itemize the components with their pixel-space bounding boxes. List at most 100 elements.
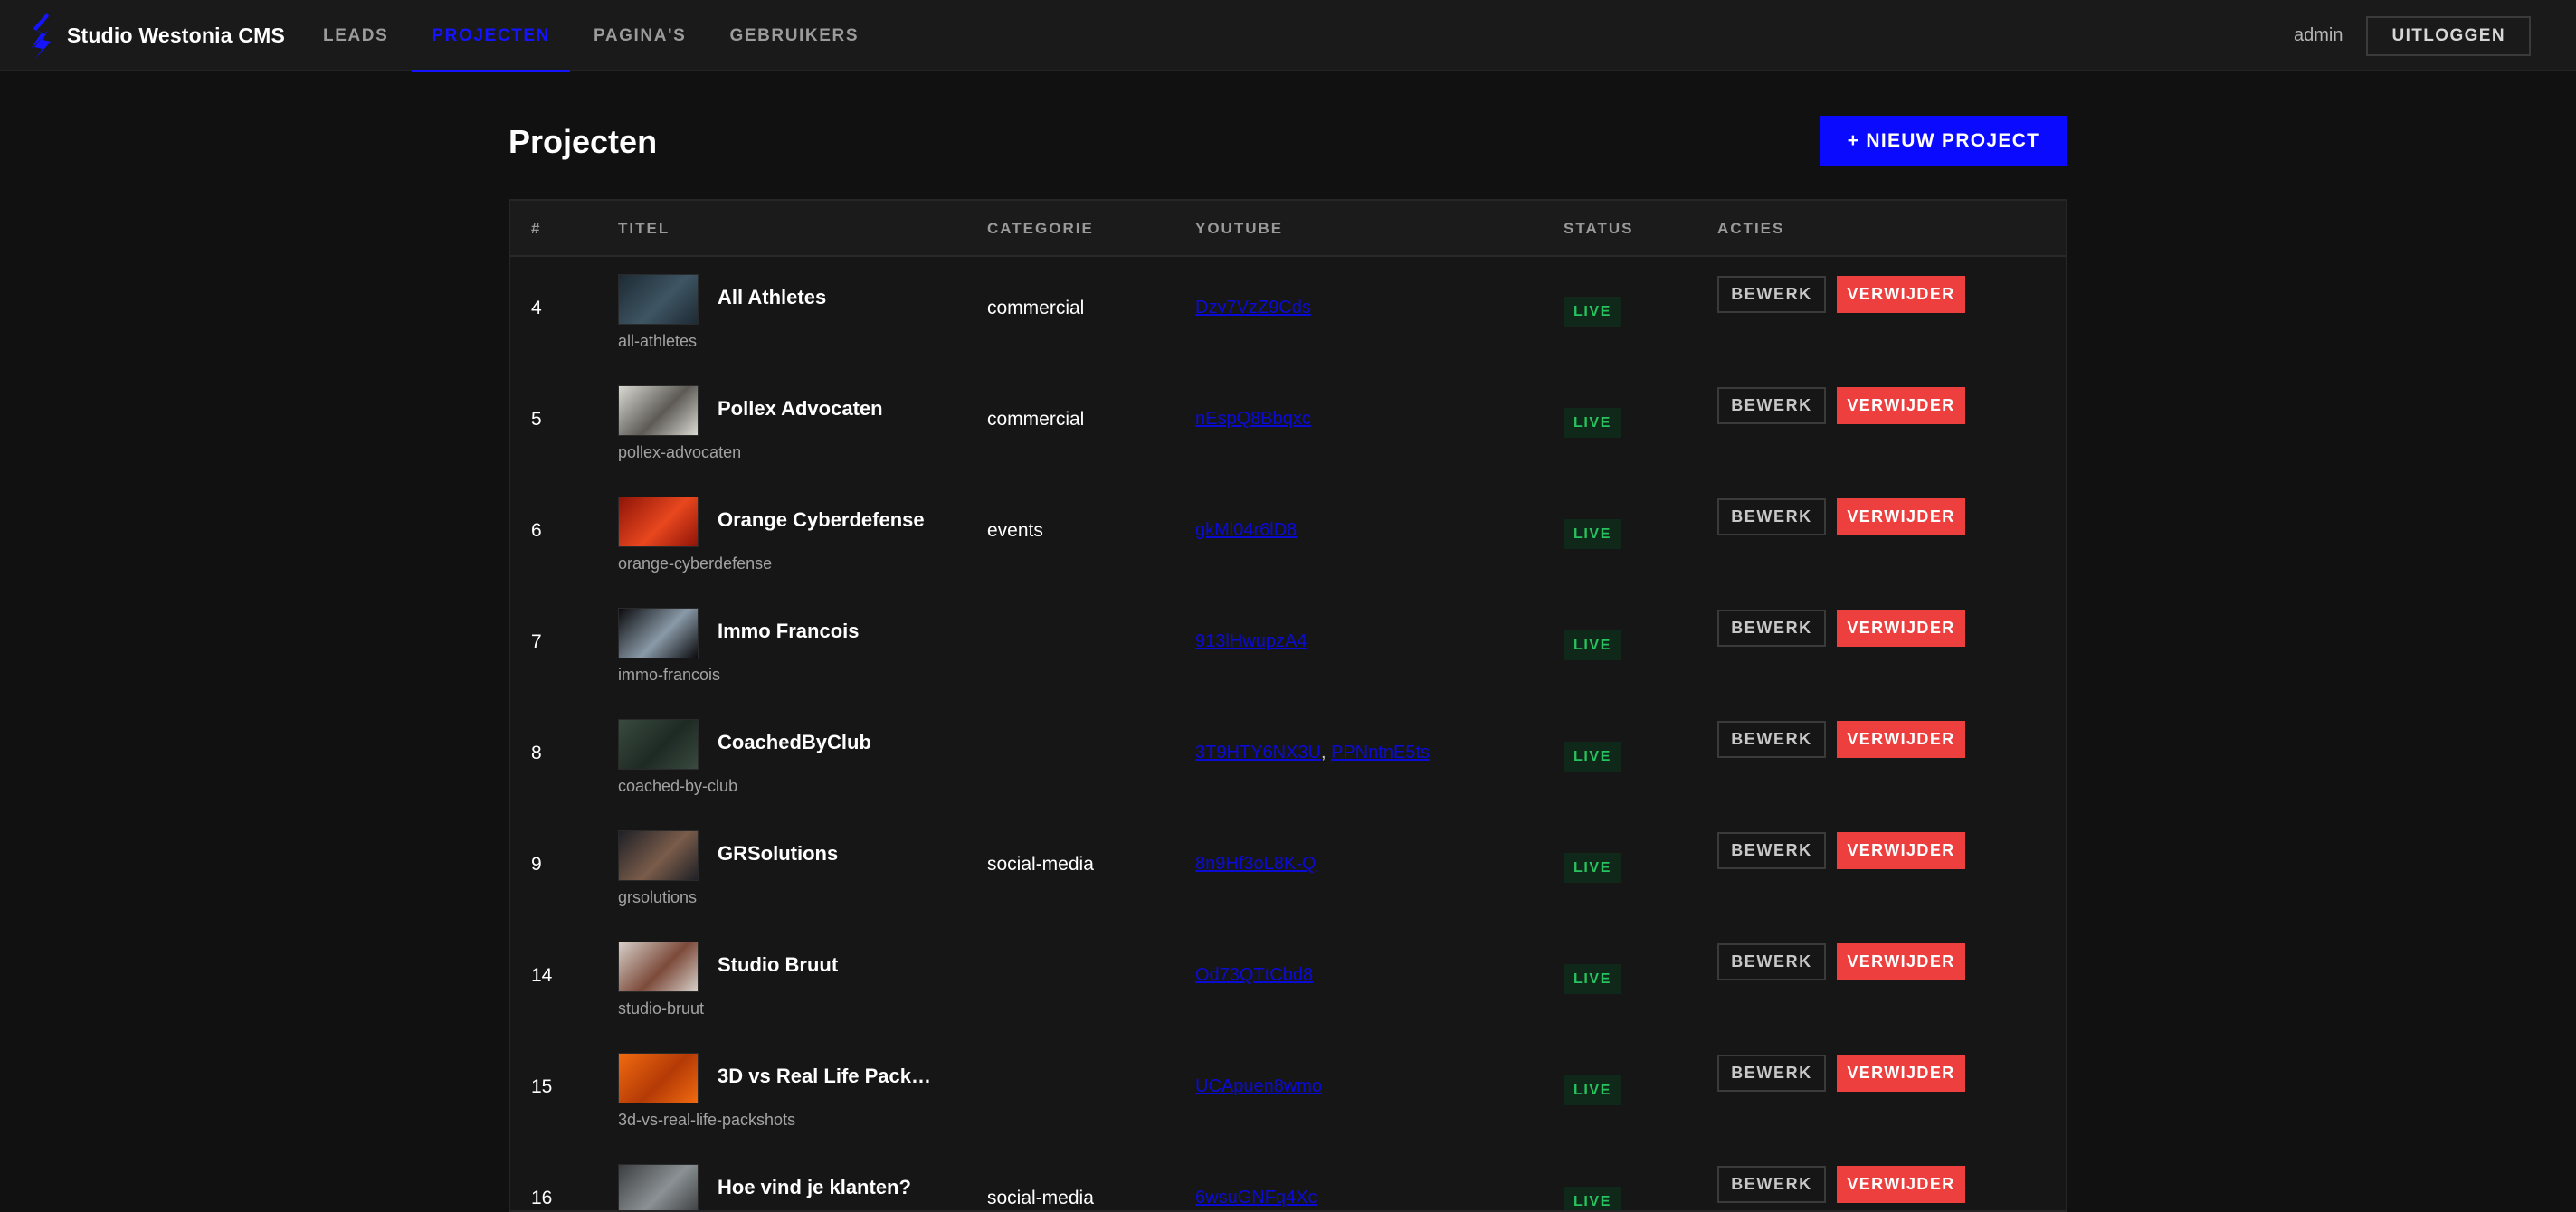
youtube-link[interactable]: 6wsuGNFq4Xc <box>1195 1188 1317 1207</box>
column-header-actions: ACTIES <box>1717 220 1785 237</box>
status-badge: LIVE <box>1564 408 1621 438</box>
status-badge: LIVE <box>1564 964 1621 994</box>
top-navigation-bar: Studio Westonia CMS LEADS PROJECTEN PAGI… <box>0 0 2576 72</box>
youtube-link[interactable]: Dzv7VzZ9Cds <box>1195 298 1311 317</box>
page-title: Projecten <box>509 123 658 160</box>
youtube-link[interactable]: UCApuen8wmo <box>1195 1076 1322 1096</box>
project-thumbnail <box>618 497 699 547</box>
project-thumbnail <box>618 608 699 658</box>
project-thumbnail <box>618 830 699 881</box>
table-row: 5 Pollex Advocaten pollex-advocaten commerc… <box>510 370 2066 481</box>
status-badge: LIVE <box>1564 519 1621 549</box>
logout-button[interactable]: UITLOGGEN <box>2366 15 2531 56</box>
table-row: 9 GRSolutions grsolutions social-media 8n9Hf… <box>510 815 2066 926</box>
edit-button[interactable]: BEWERK <box>1717 943 1826 980</box>
project-thumbnail <box>618 385 699 436</box>
edit-button[interactable]: BEWERK <box>1717 721 1826 758</box>
nav-item-leads[interactable]: LEADS <box>303 0 408 71</box>
youtube-links: Dzv7VzZ9Cds <box>1195 298 1311 318</box>
status-badge: LIVE <box>1564 297 1621 327</box>
column-header-title: TITEL <box>618 220 670 237</box>
project-title: CoachedByClub <box>718 731 871 753</box>
row-id: 7 <box>531 631 542 652</box>
table-row: 4 All Athletes all-athletes commercial Dzv7V… <box>510 259 2066 370</box>
table-row: 8 CoachedByClub coached-by-club 3T9HTY6NX3U… <box>510 704 2066 815</box>
delete-button[interactable]: VERWIJDER <box>1837 498 1965 535</box>
project-title: Immo Francois <box>718 620 860 642</box>
youtube-links: UCApuen8wmo <box>1195 1076 1322 1097</box>
edit-button[interactable]: BEWERK <box>1717 1055 1826 1092</box>
project-slug: immo-francois <box>618 666 721 684</box>
youtube-links: 3T9HTY6NX3U, PPNntnE5ts <box>1195 743 1431 762</box>
project-category: social-media <box>987 854 1094 875</box>
project-slug: pollex-advocaten <box>618 443 742 461</box>
delete-button[interactable]: VERWIJDER <box>1837 387 1965 424</box>
row-id: 15 <box>531 1076 553 1097</box>
row-id: 14 <box>531 965 553 986</box>
new-project-button[interactable]: + NIEUW PROJECT <box>1820 116 2067 166</box>
status-badge: LIVE <box>1564 1187 1621 1210</box>
project-title: Studio Bruut <box>718 953 839 976</box>
edit-button[interactable]: BEWERK <box>1717 610 1826 647</box>
table-header: # TITEL CATEGORIE YOUTUBE STATUS ACTIES <box>510 201 2066 257</box>
edit-button[interactable]: BEWERK <box>1717 387 1826 424</box>
youtube-links: 6wsuGNFq4Xc <box>1195 1188 1317 1208</box>
edit-button[interactable]: BEWERK <box>1717 498 1826 535</box>
project-title: Orange Cyberdefense <box>718 508 925 531</box>
project-thumbnail <box>618 274 699 325</box>
youtube-link[interactable]: gkMl04r6lD8 <box>1195 520 1297 540</box>
youtube-links: 8n9Hf3oL8K-Q <box>1195 854 1316 875</box>
status-badge: LIVE <box>1564 630 1621 660</box>
row-id: 16 <box>531 1188 553 1208</box>
delete-button[interactable]: VERWIJDER <box>1837 610 1965 647</box>
delete-button[interactable]: VERWIJDER <box>1837 1166 1965 1203</box>
project-category: commercial <box>987 298 1085 318</box>
youtube-link[interactable]: 3T9HTY6NX3U <box>1195 743 1321 762</box>
current-user-name: admin <box>2293 25 2343 45</box>
youtube-links: nEspQ8Bbqxc <box>1195 409 1311 430</box>
table-row: 7 Immo Francois immo-francois 913lHwupzA4 LI… <box>510 592 2066 704</box>
youtube-link[interactable]: nEspQ8Bbqxc <box>1195 409 1311 429</box>
brand[interactable]: Studio Westonia CMS <box>27 0 285 71</box>
nav-item-paginas[interactable]: PAGINA'S <box>574 0 706 71</box>
youtube-link[interactable]: 8n9Hf3oL8K-Q <box>1195 854 1316 874</box>
delete-button[interactable]: VERWIJDER <box>1837 832 1965 869</box>
edit-button[interactable]: BEWERK <box>1717 832 1826 869</box>
project-thumbnail <box>618 719 699 770</box>
column-header-id: # <box>531 220 542 237</box>
table-row: 16 Hoe vind je klanten? social-media 6wsuGN… <box>510 1149 2066 1210</box>
delete-button[interactable]: VERWIJDER <box>1837 1055 1965 1092</box>
youtube-link[interactable]: 913lHwupzA4 <box>1195 631 1307 651</box>
nav-item-gebruikers[interactable]: GEBRUIKERS <box>709 0 879 71</box>
nav-item-projecten[interactable]: PROJECTEN <box>412 0 570 72</box>
project-title: GRSolutions <box>718 842 839 865</box>
delete-button[interactable]: VERWIJDER <box>1837 276 1965 313</box>
table-row: 15 3D vs Real Life Packsh... 3d-vs-real-li… <box>510 1037 2066 1149</box>
youtube-links: gkMl04r6lD8 <box>1195 520 1297 541</box>
edit-button[interactable]: BEWERK <box>1717 276 1826 313</box>
project-slug: orange-cyberdefense <box>618 554 773 573</box>
row-id: 6 <box>531 520 542 541</box>
row-id: 5 <box>531 409 542 430</box>
main-nav: LEADS PROJECTEN PAGINA'S GEBRUIKERS <box>303 0 882 72</box>
delete-button[interactable]: VERWIJDER <box>1837 721 1965 758</box>
user-area: admin UITLOGGEN <box>2294 0 2531 71</box>
table-row: 14 Studio Bruut studio-bruut Od73QTtCbd8 LIV… <box>510 926 2066 1037</box>
status-badge: LIVE <box>1564 742 1621 772</box>
project-title: 3D vs Real Life Packsh... <box>718 1065 939 1087</box>
project-title: All Athletes <box>718 286 827 308</box>
table-row: 6 Orange Cyberdefense orange-cyberdefense e… <box>510 481 2066 592</box>
edit-button[interactable]: BEWERK <box>1717 1166 1826 1203</box>
youtube-link[interactable]: Od73QTtCbd8 <box>1195 965 1313 985</box>
project-thumbnail <box>618 942 699 992</box>
projects-table: # TITEL CATEGORIE YOUTUBE STATUS ACTIES … <box>509 199 2067 1212</box>
row-id: 4 <box>531 298 542 318</box>
youtube-link[interactable]: PPNntnE5ts <box>1331 743 1430 762</box>
column-header-category: CATEGORIE <box>987 220 1094 237</box>
delete-button[interactable]: VERWIJDER <box>1837 943 1965 980</box>
project-slug: all-athletes <box>618 332 698 350</box>
project-slug: coached-by-club <box>618 777 738 795</box>
brand-name: Studio Westonia CMS <box>67 24 286 47</box>
status-badge: LIVE <box>1564 1075 1621 1105</box>
column-header-status: STATUS <box>1564 220 1634 237</box>
